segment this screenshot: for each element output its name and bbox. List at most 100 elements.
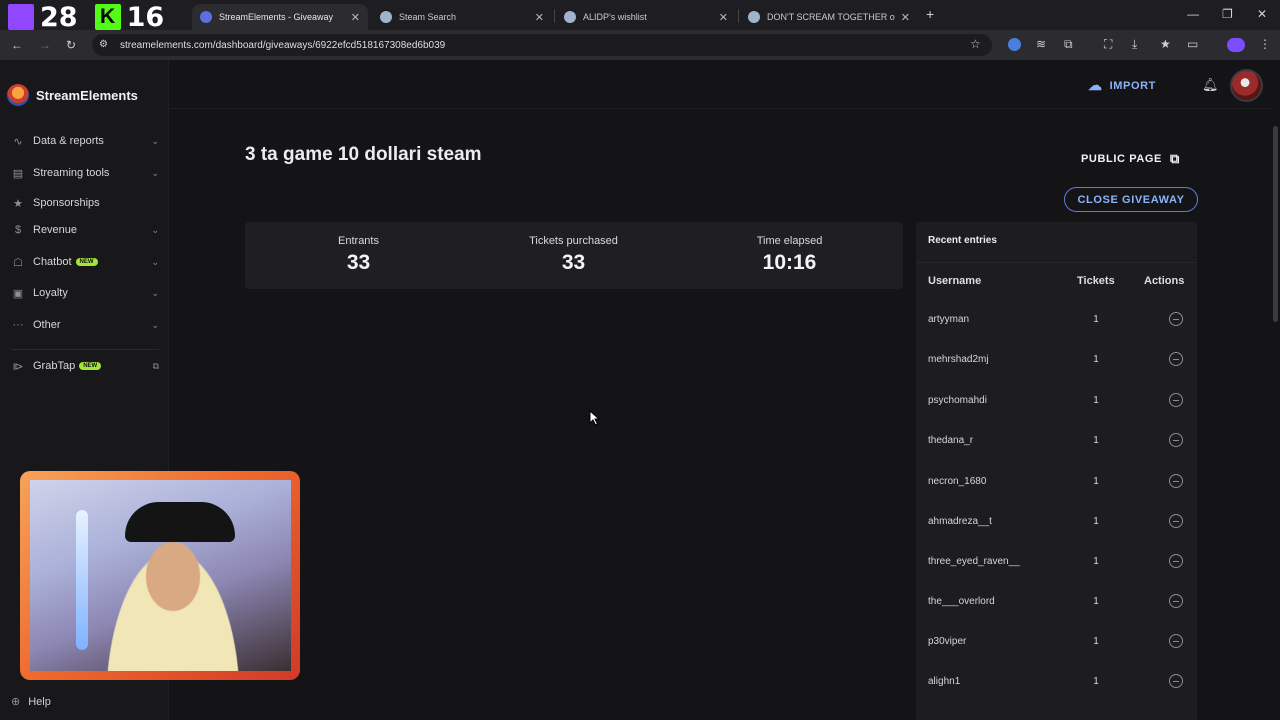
close-tab-icon[interactable]: ✕ [535, 11, 544, 24]
entry-tickets: 1 [1093, 676, 1099, 687]
sidebar-item-loyalty[interactable]: ▣ Loyalty ⌄ [11, 283, 159, 303]
entry-username: the___overlord [928, 596, 995, 607]
overlay-count-b: 16 [126, 1, 165, 33]
remove-entry-icon[interactable] [1169, 312, 1183, 326]
remove-entry-icon[interactable] [1169, 393, 1183, 407]
column-header-actions: Actions [1144, 275, 1185, 287]
new-badge: NEW [79, 362, 102, 370]
extensions-puzzle-icon[interactable]: ⧉ [1064, 37, 1073, 52]
extension-blue-icon[interactable] [1008, 38, 1021, 51]
remove-entry-icon[interactable] [1169, 674, 1183, 688]
stat-value: 33 [346, 251, 371, 274]
dollar-icon: $ [14, 224, 22, 236]
extension-waves-icon[interactable]: ≋ [1036, 37, 1046, 51]
browser-menu-icon[interactable]: ⋮ [1259, 37, 1271, 51]
stat-label: Entrants [338, 235, 379, 247]
cast-icon[interactable]: ▭ [1187, 37, 1198, 51]
reload-icon[interactable]: ↻ [66, 38, 76, 52]
sidebar-item-label: Streaming tools [33, 167, 110, 179]
table-row: the___overlord 1 [916, 582, 1197, 622]
entry-username: psychomahdi [928, 395, 987, 406]
sidebar-item-streaming-tools[interactable]: ▤ Streaming tools ⌄ [11, 163, 159, 183]
remove-entry-icon[interactable] [1169, 352, 1183, 366]
entries-divider [916, 262, 1197, 263]
tab-wishlist[interactable]: ALIDP's wishlist ✕ [556, 4, 736, 30]
entry-tickets: 1 [1093, 395, 1099, 406]
sidebar-item-other[interactable]: ··· Other ⌄ [11, 315, 160, 335]
page-scrollbar[interactable] [1273, 126, 1278, 322]
sidebar-item-label: Sponsorships [33, 197, 100, 209]
close-tab-icon[interactable]: ✕ [351, 11, 360, 24]
import-button[interactable]: ☁ IMPORT [1088, 77, 1156, 94]
bookmark-star-icon[interactable]: ☆ [970, 37, 981, 51]
minimize-icon[interactable]: — [1187, 7, 1199, 21]
brand[interactable]: StreamElements [7, 84, 138, 106]
entry-username: p30viper [928, 636, 967, 647]
remove-entry-icon[interactable] [1169, 554, 1183, 568]
public-page-label: PUBLIC PAGE [1081, 153, 1162, 165]
tab-separator [738, 9, 739, 23]
close-window-icon[interactable]: ✕ [1257, 7, 1267, 21]
sidebar-item-data-reports[interactable]: ∿ Data & reports ⌄ [11, 131, 159, 151]
entry-username: necron_1680 [928, 476, 987, 487]
import-label: IMPORT [1109, 79, 1156, 92]
header-divider [170, 108, 1272, 109]
avatar[interactable] [1230, 69, 1263, 102]
stat-label: Tickets purchased [529, 235, 618, 247]
entry-username: alighn1 [928, 676, 961, 687]
tab-title: StreamElements - Giveaway [219, 12, 334, 22]
tab-title: DON'T SCREAM TOGETHER on Steam [767, 12, 895, 22]
remove-entry-icon[interactable] [1169, 433, 1183, 447]
remove-entry-icon[interactable] [1169, 474, 1183, 488]
webcam-light-bar [76, 510, 88, 650]
entry-username: ahmadreza__t [928, 516, 992, 527]
entries-title: Recent entries [928, 235, 997, 246]
back-icon[interactable]: ← [11, 38, 23, 52]
stat-time-elapsed: Time elapsed 10:16 [680, 222, 899, 289]
stat-label: Time elapsed [756, 235, 823, 247]
remove-entry-icon[interactable] [1169, 634, 1183, 648]
entry-tickets: 1 [1093, 556, 1099, 567]
sidebar-item-revenue[interactable]: $ Revenue ⌄ [11, 220, 159, 240]
help-link[interactable]: ⊕ Help [11, 695, 51, 709]
close-tab-icon[interactable]: ✕ [901, 11, 910, 24]
table-row: necron_1680 1 [916, 462, 1197, 502]
site-info-icon[interactable]: ⚙ [99, 39, 108, 50]
close-tab-icon[interactable]: ✕ [719, 11, 728, 24]
stats-card: Entrants 33 Tickets purchased 33 Time el… [245, 222, 903, 289]
external-link-icon: ⧉ [1169, 151, 1180, 166]
new-tab-icon[interactable]: + [926, 6, 934, 22]
chevron-down-icon: ⌄ [151, 224, 159, 235]
sidebar-item-grabtap[interactable]: ⧐ GrabTap NEW ⧉ [11, 356, 160, 376]
bell-icon[interactable]: 🔔︎ [1202, 77, 1219, 93]
streamelements-logo-icon [7, 84, 29, 106]
stat-tickets-purchased: Tickets purchased 33 [464, 222, 683, 289]
overlay-count-a: 28 [40, 1, 78, 33]
tab-streamelements[interactable]: StreamElements - Giveaway ✕ [192, 4, 368, 30]
profile-chip-icon[interactable] [1227, 38, 1245, 52]
restore-icon[interactable]: ❐ [1222, 7, 1233, 21]
tab-steam-search[interactable]: Steam Search ✕ [372, 4, 552, 30]
entry-username: artyyman [928, 314, 970, 325]
chevron-down-icon: ⌄ [151, 319, 159, 330]
download-icon[interactable]: ⤓ [1132, 37, 1137, 52]
forward-icon[interactable]: → [39, 38, 51, 52]
entry-username: three_eyed_raven__ [928, 556, 1020, 567]
kick-logo-icon: K [94, 4, 121, 30]
external-link-icon: ⧉ [152, 360, 159, 371]
remove-entry-icon[interactable] [1169, 594, 1183, 608]
entry-username: thedana_r [928, 435, 974, 446]
tab-dont-scream[interactable]: DON'T SCREAM TOGETHER on Steam ✕ [740, 4, 918, 30]
remove-entry-icon[interactable] [1169, 514, 1183, 528]
close-giveaway-button[interactable]: CLOSE GIVEAWAY [1064, 187, 1198, 212]
help-label: Help [28, 695, 51, 708]
new-badge: NEW [75, 258, 98, 266]
incognito-icon[interactable]: ⛶ [1104, 37, 1112, 52]
public-page-link[interactable]: PUBLIC PAGE ⧉ [1081, 151, 1180, 167]
bookmarks-icon[interactable]: ★ [1160, 37, 1171, 51]
webcam-feed [30, 480, 291, 671]
sidebar-item-chatbot[interactable]: ☖ Chatbot NEW ⌄ [11, 252, 159, 272]
chart-line-icon: ∿ [13, 135, 23, 148]
table-row: ahmadreza__t 1 [916, 502, 1197, 542]
sidebar-item-sponsorships[interactable]: ★ Sponsorships [11, 193, 159, 213]
